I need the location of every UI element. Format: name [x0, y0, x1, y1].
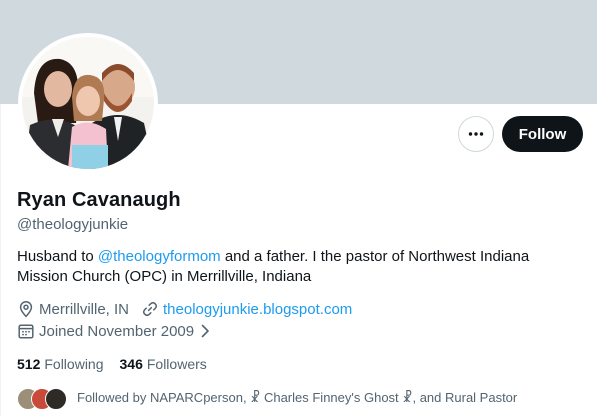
- followers-link[interactable]: 346 Followers: [120, 356, 207, 372]
- followers-label: Followers: [146, 356, 207, 372]
- followed-by-avatars: [17, 386, 69, 410]
- followed-by-row[interactable]: Followed by NAPARCperson, ☧ Charles Finn…: [17, 386, 517, 410]
- followed-by-text: Followed by NAPARCperson, ☧ Charles Finn…: [77, 390, 518, 405]
- profile-joined-row[interactable]: Joined November 2009: [17, 321, 218, 341]
- profile-joined-date: Joined November 2009: [39, 322, 195, 340]
- more-options-button[interactable]: [458, 116, 494, 152]
- following-label: Following: [44, 356, 104, 372]
- location-icon: [17, 300, 35, 318]
- profile-website-link[interactable]: theologyjunkie.blogspot.com: [163, 301, 352, 318]
- profile-location: Merrillville, IN: [39, 300, 129, 318]
- link-icon: [141, 300, 159, 318]
- bio-text-start: Husband to: [17, 248, 98, 265]
- avatar-photo: [22, 37, 154, 169]
- profile-name: Ryan Cavanaugh: [17, 189, 181, 211]
- bio-mention-link[interactable]: @theologyformom: [98, 248, 221, 265]
- more-icon: [468, 132, 484, 136]
- profile-stats: 512 Following 346 Followers: [17, 356, 207, 372]
- calendar-icon: [17, 322, 35, 340]
- profile-avatar-ring[interactable]: [18, 33, 158, 173]
- chevron-right-icon: [196, 322, 214, 340]
- following-link[interactable]: 512 Following: [17, 356, 104, 372]
- followers-count: 346: [119, 356, 143, 372]
- profile-meta-row: Merrillville, IN theologyjunkie.blogspot…: [17, 299, 352, 319]
- profile-avatar[interactable]: [22, 37, 154, 169]
- follow-button[interactable]: Follow: [502, 116, 583, 152]
- follower-avatar: [45, 388, 67, 410]
- profile-bio: Husband to @theologyformom and a father.…: [17, 247, 577, 287]
- following-count: 512: [17, 356, 41, 372]
- profile-handle: @theologyjunkie: [17, 216, 129, 233]
